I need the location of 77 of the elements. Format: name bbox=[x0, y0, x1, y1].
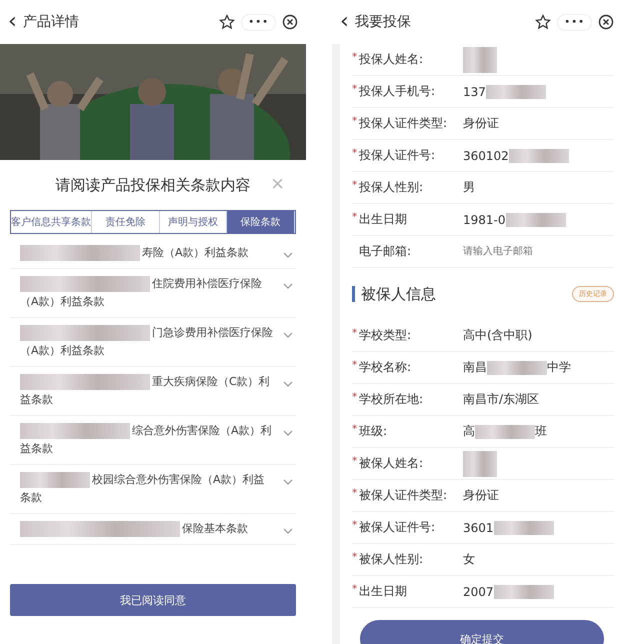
field-value: 身份证 bbox=[463, 115, 499, 132]
required-mark: * bbox=[352, 584, 358, 595]
field-label: 被保人性别: bbox=[359, 551, 424, 568]
required-mark: * bbox=[352, 328, 358, 339]
field-label: 被保人证件类型: bbox=[359, 487, 448, 504]
back-icon[interactable]: ‹ bbox=[8, 11, 17, 33]
star-icon[interactable] bbox=[219, 14, 236, 30]
required-mark: * bbox=[352, 456, 358, 467]
more-button[interactable]: ••• bbox=[241, 14, 276, 30]
clause-item[interactable]: 门急诊费用补偿医疗保险（A款）利益条款 bbox=[10, 318, 296, 367]
required-mark: * bbox=[352, 520, 358, 531]
submit-button[interactable]: 确定提交 bbox=[360, 620, 604, 644]
field-value: 360102 bbox=[463, 148, 509, 162]
required-mark: * bbox=[352, 180, 358, 191]
tab[interactable]: 客户信息共享条款 bbox=[11, 211, 92, 233]
email-field[interactable]: 请输入电子邮箱 bbox=[463, 246, 583, 257]
field-value: 身份证 bbox=[463, 487, 499, 504]
field-value: 2007 bbox=[463, 584, 494, 598]
required-mark: * bbox=[352, 212, 358, 223]
field-value: 高中(含中职) bbox=[463, 327, 532, 344]
field-label: 投保人证件类型: bbox=[359, 115, 448, 132]
required-mark: * bbox=[352, 360, 358, 371]
field-value: 南昌 bbox=[463, 359, 487, 376]
field-value: 137 bbox=[463, 84, 486, 98]
field-value: 中学 bbox=[547, 359, 571, 376]
field-label: 电子邮箱: bbox=[359, 243, 412, 260]
field-label: 投保人姓名: bbox=[359, 51, 424, 68]
sheet-title: 请阅读产品投保相关条款内容 bbox=[56, 176, 250, 194]
agree-button[interactable]: 我已阅读同意 bbox=[10, 584, 296, 616]
clause-item[interactable]: 重大疾病保险（C款）利益条款 bbox=[10, 367, 296, 416]
required-mark: * bbox=[352, 424, 358, 435]
field-label: 学校名称: bbox=[359, 359, 412, 376]
required-mark: * bbox=[352, 52, 358, 63]
field-value: 高 bbox=[463, 423, 475, 440]
field-label: 学校类型: bbox=[359, 327, 412, 344]
field-label: 出生日期 bbox=[359, 211, 408, 228]
clause-item[interactable]: 住院费用补偿医疗保险（A款）利益条款 bbox=[10, 269, 296, 318]
field-label: 出生日期 bbox=[359, 583, 408, 600]
field-label: 班级: bbox=[359, 423, 388, 440]
field-label: 投保人性别: bbox=[359, 179, 424, 196]
clause-title: 住院费用补偿医疗保险（A款）利益条款 bbox=[20, 277, 262, 308]
clause-item[interactable]: 寿险（A款）利益条款 bbox=[10, 238, 296, 269]
section-title: 被保人信息 bbox=[361, 284, 437, 304]
field-value: 男 bbox=[463, 179, 475, 196]
field-value: 1981-0 bbox=[463, 212, 506, 226]
field-value: 女 bbox=[463, 551, 475, 568]
clause-title: 综合意外伤害保险（A款）利益条款 bbox=[20, 424, 272, 455]
clause-title: 重大疾病保险（C款）利益条款 bbox=[20, 375, 270, 406]
required-mark: * bbox=[352, 84, 358, 95]
clause-title: 校园综合意外伤害保险（A款）利益条款 bbox=[20, 473, 265, 504]
field-value: 班 bbox=[535, 423, 547, 440]
required-mark: * bbox=[352, 148, 358, 159]
field-value: 3601 bbox=[463, 520, 494, 534]
required-mark: * bbox=[352, 488, 358, 499]
back-icon[interactable]: ‹ bbox=[340, 11, 349, 33]
field-label: 投保人手机号: bbox=[359, 83, 436, 100]
more-button[interactable]: ••• bbox=[557, 14, 592, 30]
close-icon[interactable] bbox=[598, 14, 614, 30]
field-label: 投保人证件号: bbox=[359, 147, 436, 164]
clause-item[interactable]: 保险基本条款 bbox=[10, 514, 296, 545]
clause-title: 保险基本条款 bbox=[182, 522, 248, 535]
required-mark: * bbox=[352, 392, 358, 403]
field-label: 被保人证件号: bbox=[359, 519, 436, 536]
clause-item[interactable]: 校园综合意外伤害保险（A款）利益条款 bbox=[10, 465, 296, 514]
page-title: 我要投保 bbox=[354, 13, 412, 31]
required-mark: * bbox=[352, 116, 358, 127]
tab[interactable]: 保险条款 bbox=[227, 211, 296, 233]
page-title: 产品详情 bbox=[22, 13, 80, 31]
field-label: 被保人姓名: bbox=[359, 455, 424, 472]
clause-item[interactable]: 综合意外伤害保险（A款）利益条款 bbox=[10, 416, 296, 465]
field-label: 学校所在地: bbox=[359, 391, 424, 408]
clause-title: 门急诊费用补偿医疗保险（A款）利益条款 bbox=[20, 326, 273, 357]
close-icon[interactable] bbox=[282, 14, 298, 30]
required-mark: * bbox=[352, 552, 358, 563]
field-value: 南昌市/东湖区 bbox=[463, 391, 540, 408]
star-icon[interactable] bbox=[535, 14, 552, 30]
clause-title: 寿险（A款）利益条款 bbox=[142, 246, 249, 259]
